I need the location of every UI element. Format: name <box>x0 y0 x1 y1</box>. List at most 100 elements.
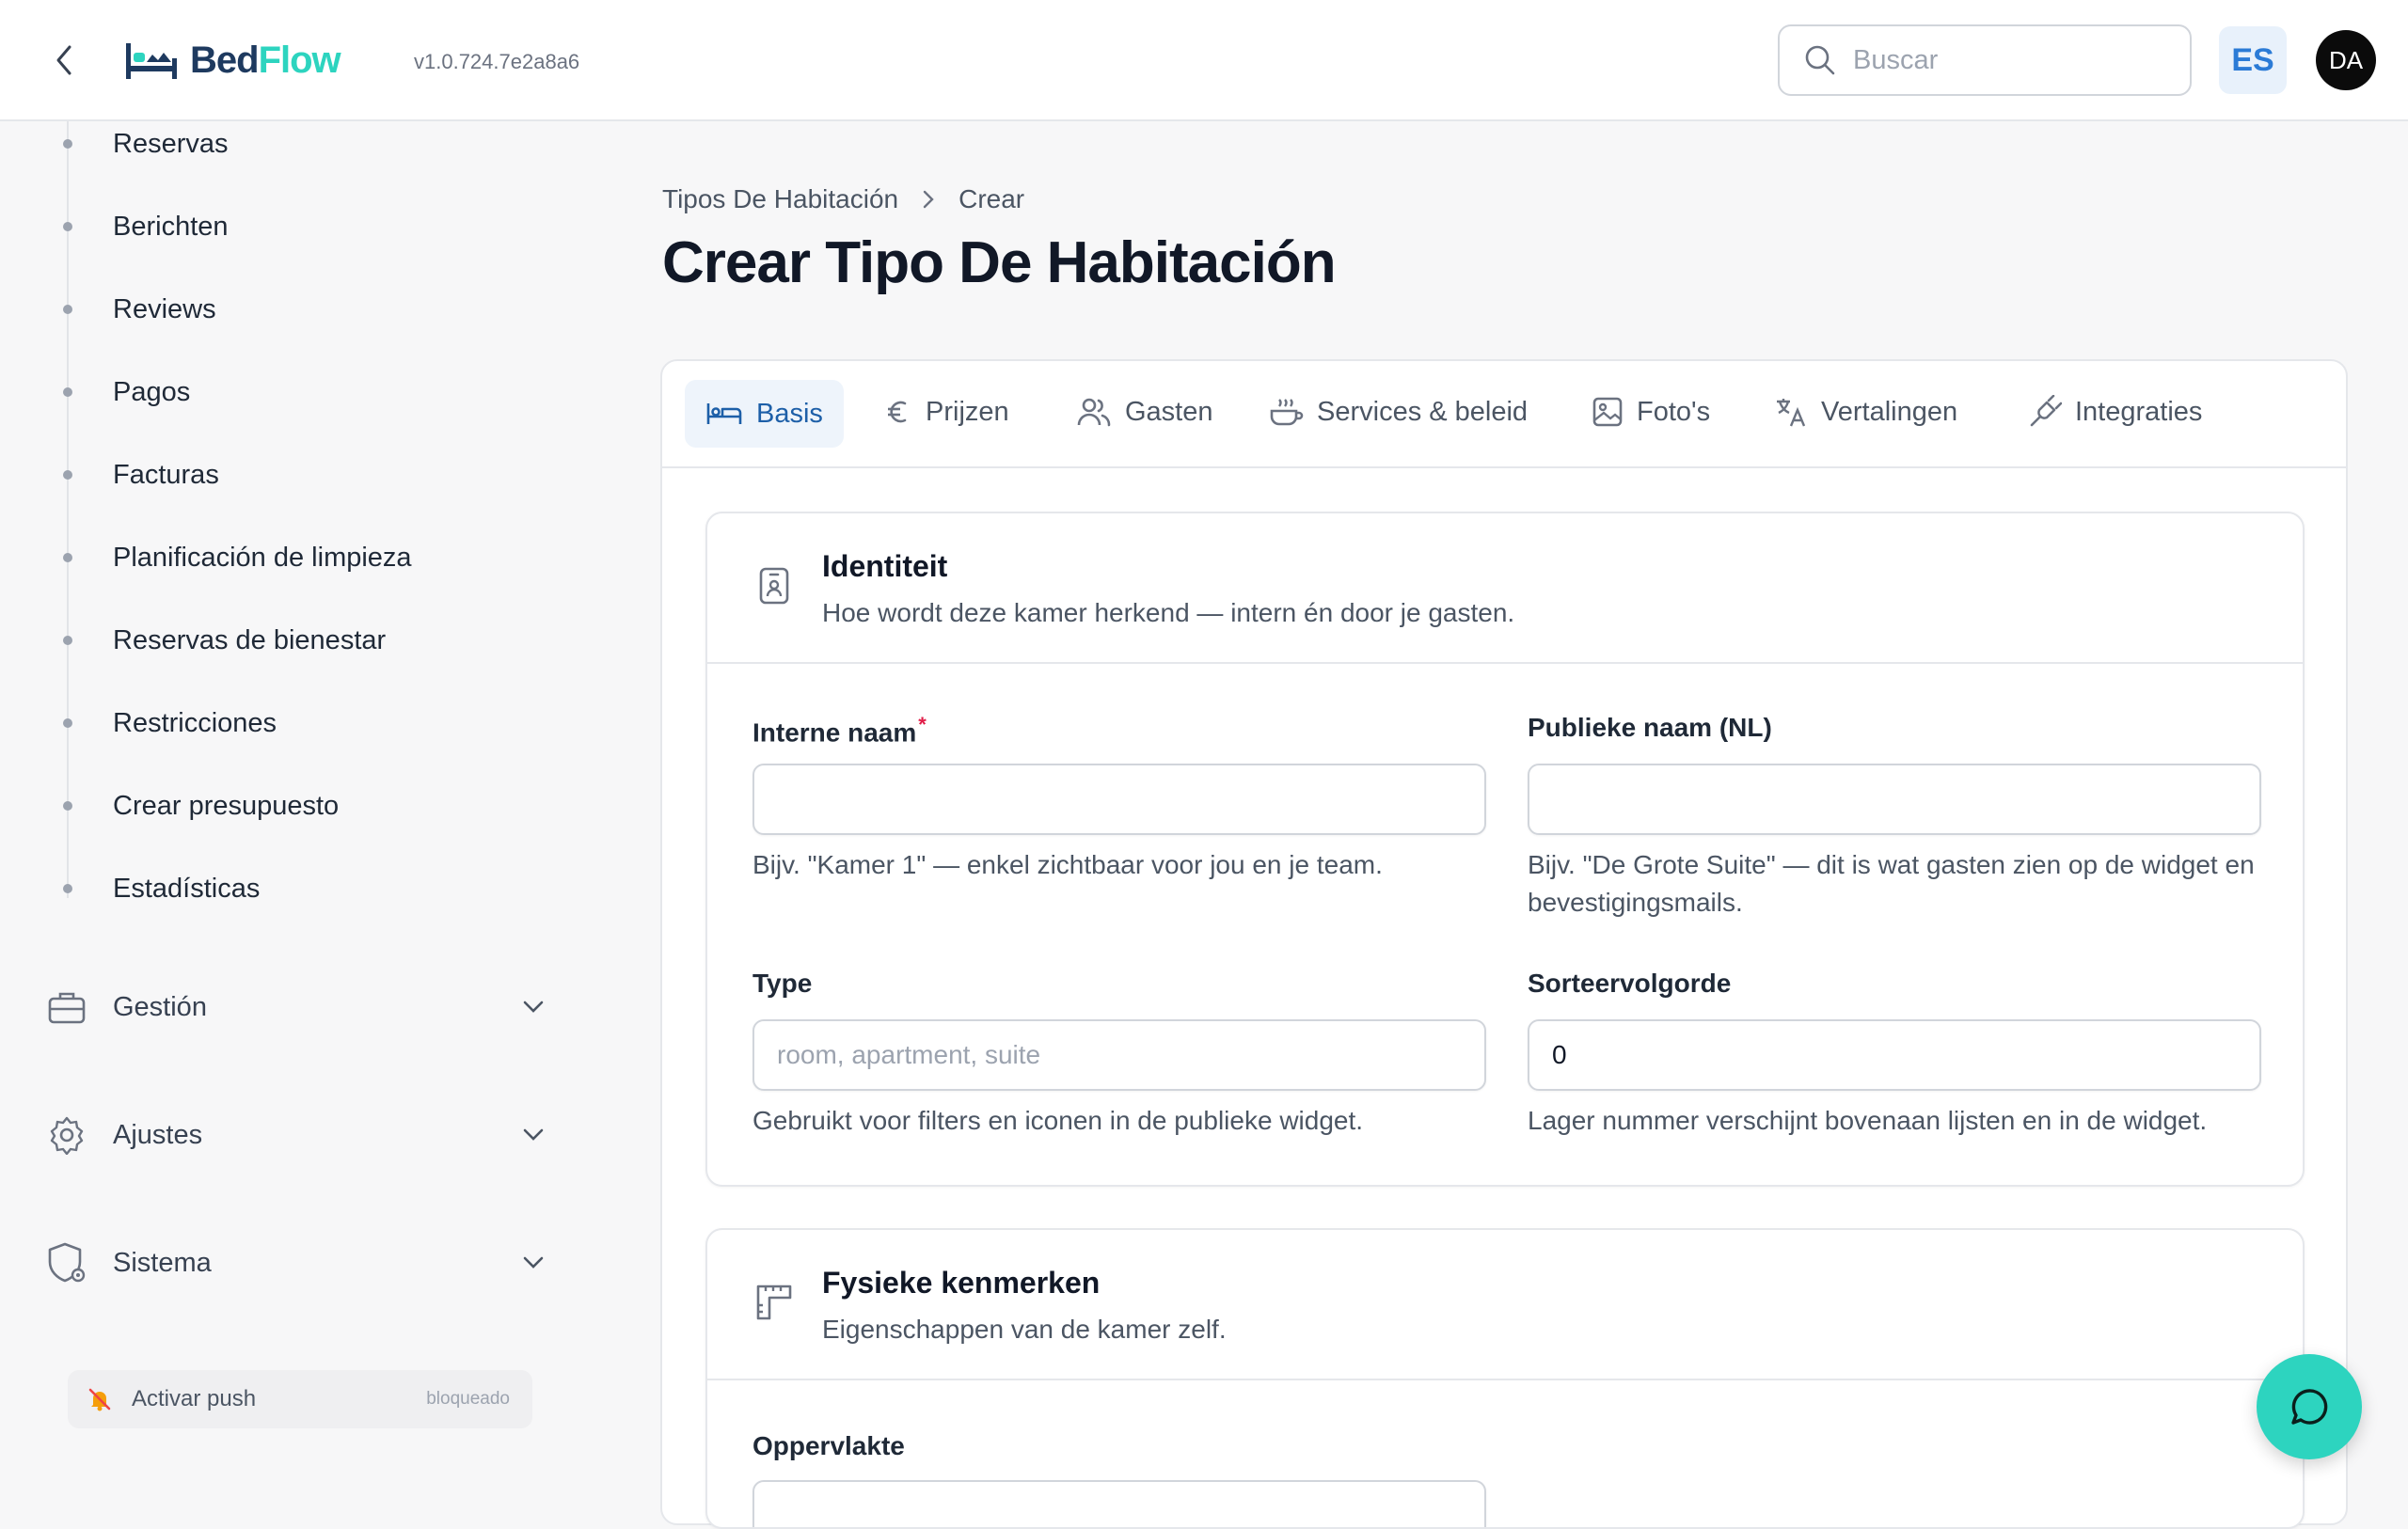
tab-services[interactable]: Services & beleid <box>1247 378 1548 446</box>
section-title: Identiteit <box>822 549 948 583</box>
public-name-help: Bijv. "De Grote Suite" — dit is wat gast… <box>1528 850 2255 917</box>
sidebar-item-reservas[interactable]: Reservas <box>0 116 564 172</box>
sidebar-item-label: Reviews <box>113 293 216 324</box>
sidebar-item-reviews[interactable]: Reviews <box>0 281 564 338</box>
sidebar-item-label: Estadísticas <box>113 873 261 904</box>
breadcrumb: Tipos De Habitación Crear <box>662 181 1024 218</box>
identity-section: Identiteit Hoe wordt deze kamer herkend … <box>705 512 2305 1187</box>
chevron-down-icon <box>523 1001 544 1013</box>
sidebar-item-facturas[interactable]: Facturas <box>0 447 564 503</box>
bullet <box>63 139 72 149</box>
section-description: Hoe wordt deze kamer herkend — intern én… <box>822 598 1515 627</box>
bullet <box>63 387 72 397</box>
chat-button[interactable] <box>2257 1354 2362 1459</box>
sidebar-group-label: Sistema <box>113 1247 212 1278</box>
push-label: Activar push <box>132 1386 257 1411</box>
bullet <box>63 801 72 811</box>
euro-icon <box>888 401 907 423</box>
sidebar-group-ajustes[interactable]: Ajustes <box>45 1102 553 1168</box>
type-help: Gebruikt voor filters en iconen in de pu… <box>752 1106 1364 1135</box>
push-notification-toggle[interactable]: Activar push bloqueado <box>68 1370 532 1428</box>
type-input[interactable] <box>752 1019 1486 1091</box>
gear-icon <box>45 1113 88 1157</box>
tab-vertalingen[interactable]: Vertalingen <box>1753 378 1978 446</box>
page-title: Crear Tipo De Habitación <box>662 230 1337 295</box>
coffee-icon <box>1270 399 1304 426</box>
bullet <box>63 884 72 893</box>
bullet <box>63 718 72 728</box>
area-label: Oppervlakte <box>752 1431 905 1460</box>
internal-name-input[interactable] <box>752 764 1486 835</box>
tab-label: Gasten <box>1125 396 1213 427</box>
physical-section: Fysieke kenmerken Eigenschappen van de k… <box>705 1228 2305 1529</box>
tab-integraties[interactable]: Integraties <box>2007 378 2223 446</box>
bullet <box>63 470 72 480</box>
tab-label: Foto's <box>1637 396 1711 427</box>
briefcase-icon <box>45 985 88 1029</box>
chevron-right-icon <box>923 190 934 209</box>
section-description: Eigenschappen van de kamer zelf. <box>822 1315 1227 1344</box>
sidebar-item-label: Reservas de bienestar <box>113 624 387 655</box>
tab-label: Services & beleid <box>1317 396 1529 427</box>
sort-order-label: Sorteervolgorde <box>1528 969 1732 998</box>
chat-bubble-icon <box>2291 1389 2328 1425</box>
tab-label: Vertalingen <box>1821 396 1958 427</box>
image-icon <box>1592 397 1623 427</box>
required-mark: * <box>918 713 927 736</box>
area-input[interactable] <box>752 1480 1486 1527</box>
search-box[interactable] <box>1778 24 2192 96</box>
bullet <box>63 222 72 231</box>
tab-gasten[interactable]: Gasten <box>1055 378 1234 446</box>
sidebar-item-label: Reservas <box>113 128 229 159</box>
bed-logo-icon <box>126 43 177 79</box>
sidebar-group-sistema[interactable]: Sistema <box>45 1230 553 1296</box>
user-avatar[interactable]: DA <box>2316 30 2376 90</box>
tab-prijzen-btn[interactable]: Prijzen <box>863 378 1030 446</box>
sidebar-item-restricciones[interactable]: Restricciones <box>0 695 564 751</box>
sidebar-item-estadisticas[interactable]: Estadísticas <box>0 860 564 917</box>
public-name-label: Publieke naam (NL) <box>1528 713 1772 742</box>
sidebar-item-bienestar[interactable]: Reservas de bienestar <box>0 612 564 669</box>
shield-gear-icon <box>45 1241 88 1285</box>
sidebar-group-label: Gestión <box>113 991 207 1022</box>
logo-text: BedFlow <box>190 39 341 81</box>
users-icon <box>1077 398 1111 427</box>
section-header: Identiteit Hoe wordt deze kamer herkend … <box>707 513 2303 664</box>
back-button[interactable] <box>45 38 83 83</box>
bullet <box>63 305 72 314</box>
app-logo[interactable]: BedFlow <box>124 34 341 87</box>
breadcrumb-parent[interactable]: Tipos De Habitación <box>662 184 898 214</box>
sort-order-input[interactable] <box>1528 1019 2261 1091</box>
chevron-down-icon <box>523 1256 544 1269</box>
sidebar-item-label: Restricciones <box>113 707 277 738</box>
sidebar-group-label: Ajustes <box>113 1119 203 1150</box>
sidebar-item-berichten[interactable]: Berichten <box>0 198 564 255</box>
bed-icon <box>706 403 742 424</box>
sidebar-item-pagos[interactable]: Pagos <box>0 364 564 420</box>
search-input[interactable] <box>1853 44 2154 76</box>
sidebar-item-presupuesto[interactable]: Crear presupuesto <box>0 778 564 834</box>
chevron-left-icon <box>56 45 71 75</box>
sidebar-item-label: Crear presupuesto <box>113 790 340 821</box>
bullet <box>63 636 72 645</box>
tab-fotos[interactable]: Foto's <box>1571 378 1731 446</box>
sidebar-group-gestion[interactable]: Gestión <box>45 974 553 1040</box>
section-title: Fysieke kenmerken <box>822 1266 1101 1300</box>
sidebar: Reservas Berichten Reviews Pagos Factura… <box>0 121 602 1505</box>
breadcrumb-current: Crear <box>958 184 1025 213</box>
type-label: Type <box>752 969 813 998</box>
internal-name-help: Bijv. "Kamer 1" — enkel zichtbaar voor j… <box>752 850 1383 879</box>
tab-label: Integraties <box>2075 396 2203 427</box>
section-header: Fysieke kenmerken Eigenschappen van de k… <box>707 1230 2303 1380</box>
sidebar-item-limpieza[interactable]: Planificación de limpieza <box>0 529 564 586</box>
bullet <box>63 553 72 562</box>
sort-order-help: Lager nummer verschijnt bovenaan lijsten… <box>1528 1106 2208 1135</box>
tab-label: Prijzen <box>926 396 1009 427</box>
version-label: v1.0.724.7e2a8a6 <box>414 50 580 73</box>
tab-basis[interactable]: Basis <box>685 380 844 448</box>
ruler-icon <box>756 1285 792 1320</box>
public-name-input[interactable] <box>1528 764 2261 835</box>
push-status: bloqueado <box>426 1389 510 1409</box>
language-switcher[interactable]: ES <box>2219 26 2287 94</box>
sidebar-item-label: Facturas <box>113 459 219 490</box>
